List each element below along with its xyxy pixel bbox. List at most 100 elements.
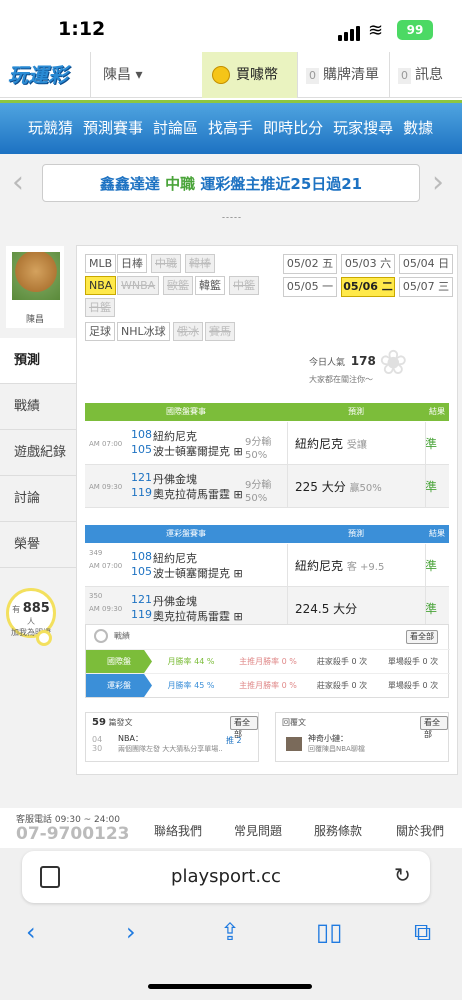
reload-icon[interactable]: ↻ <box>394 863 411 887</box>
forward-icon[interactable]: › <box>126 918 136 946</box>
tab-game-log[interactable]: 遊戲紀錄 <box>0 430 76 476</box>
popularity-value: 178 <box>350 354 376 368</box>
popularity-label: 今日人氣 <box>309 358 346 368</box>
tab-discussion[interactable]: 討論 <box>0 476 76 522</box>
pick-note: 受讓 <box>346 440 367 451</box>
footer-link-about[interactable]: 關於我們 <box>396 822 444 839</box>
promo-highlight: 中職 <box>165 175 196 193</box>
pick-note: 客 +9.5 <box>346 562 385 573</box>
team-number: 119 <box>131 608 152 621</box>
post-title[interactable]: NBA： <box>118 733 143 744</box>
sport-tag: 歐籃 <box>163 276 193 295</box>
reply-title[interactable]: 神奇小鏈： <box>308 733 348 744</box>
tab-prediction[interactable]: 預測 <box>0 338 76 384</box>
site-logo[interactable]: 玩運彩 <box>8 60 88 90</box>
buy-coin-button[interactable]: 買噱幣 <box>202 52 297 98</box>
intl-table-header: 國際盤賽事 預測 結果 <box>85 403 449 421</box>
promo-prefix: 鑫鑫達達 <box>99 175 160 193</box>
footer-link-contact[interactable]: 聯絡我們 <box>154 822 202 839</box>
avatar[interactable] <box>12 252 60 300</box>
back-icon[interactable]: ‹ <box>26 918 36 946</box>
team-name[interactable]: 丹佛金塊 <box>153 593 197 609</box>
site-footer: 客服電話 09:30 ~ 24:00 07-9700123 聯絡我們 常見問題 … <box>0 808 462 848</box>
sport-tag: 日籃 <box>85 298 115 317</box>
cart-link[interactable]: 0 購牌清單 <box>297 52 389 98</box>
game-code: 350 <box>89 592 103 600</box>
posts-all-button[interactable]: 看全部 <box>230 716 258 739</box>
service-phone[interactable]: 07-9700123 <box>16 824 130 844</box>
promo-body: 運彩盤主推近25日過21 <box>200 175 363 193</box>
footer-link-terms[interactable]: 服務條款 <box>314 822 362 839</box>
stats-all-button[interactable]: 看全部 <box>406 630 438 644</box>
nav-item[interactable]: 找高手 <box>203 103 258 154</box>
result-badge: 準 <box>425 559 438 573</box>
date-tab[interactable]: 05/03 六 <box>341 254 395 274</box>
chevron-right-icon[interactable]: › <box>432 164 444 202</box>
sport-tag[interactable]: NBA <box>85 276 117 295</box>
nav-item[interactable]: 玩競猜 <box>0 103 78 154</box>
sport-tag[interactable]: MLB <box>85 254 117 273</box>
nav-item[interactable]: 數據 <box>398 103 438 154</box>
team-name[interactable]: 紐約尼克 <box>153 428 197 444</box>
result-badge: 準 <box>425 602 438 616</box>
posts-label: 篇發文 <box>108 718 133 727</box>
promo-text[interactable]: 鑫鑫達達 中職 運彩盤主推近25日過21 <box>42 164 420 202</box>
post-snippet[interactable]: 兩個團隊左發 大大猜私分享單場... <box>118 744 222 754</box>
reader-icon[interactable] <box>40 866 60 888</box>
tab-honor[interactable]: 榮譽 <box>0 522 76 568</box>
nav-item[interactable]: 即時比分 <box>258 103 328 154</box>
tabs-icon[interactable]: ⧉ <box>414 918 431 946</box>
browser-chrome: playsport.cc ↻ ‹ › ⇪ ▯▯ ⧉ <box>0 848 462 1000</box>
date-tab[interactable]: 05/06 二 <box>341 277 395 297</box>
popularity: 今日人氣 178 <box>309 354 376 368</box>
lottery-header-game: 運彩盤賽事 <box>166 529 206 538</box>
lightbulb-icon <box>36 630 52 646</box>
prediction-pick: 224.5 大分 <box>295 600 357 617</box>
date-tab[interactable]: 05/02 五 <box>283 254 337 274</box>
share-icon[interactable]: ⇪ <box>220 918 240 946</box>
user-menu[interactable]: 陳昌 ▾ <box>90 52 200 98</box>
date-tab[interactable]: 05/04 日 <box>399 254 453 274</box>
team-name[interactable]: 奧克拉荷馬雷霆 ⊞ <box>153 608 243 624</box>
footer-link-faq[interactable]: 常見問題 <box>234 822 282 839</box>
sport-tag[interactable]: 韓籃 <box>195 276 225 295</box>
stats-label: 國際盤 <box>86 650 152 673</box>
sport-tag[interactable]: 足球 <box>85 322 115 341</box>
posts-count-line: 59 篇發文 <box>92 717 132 728</box>
likes-prefix: 有 <box>12 605 21 614</box>
replies-all-button[interactable]: 看全部 <box>420 716 448 739</box>
reply-snippet[interactable]: 回覆陳昌NBA聊檔 <box>308 744 365 754</box>
team-number: 105 <box>131 443 152 456</box>
lottery-header-pick: 預測 <box>348 529 364 538</box>
sport-tag[interactable]: 日棒 <box>117 254 147 273</box>
main-win-rate: 主推月勝率 0 % <box>239 681 297 690</box>
stats-box: 戰績 看全部 國際盤 月勝率 44 % 主推月勝率 0 % 莊家殺手 0 次單場殺手 … <box>85 624 450 698</box>
main-nav: 玩競猜 預測賽事 討論區 找高手 即時比分 玩家搜尋 數據 <box>0 100 462 154</box>
pick-text: 225 大分 <box>295 480 346 494</box>
nav-item[interactable]: 玩家搜尋 <box>328 103 398 154</box>
bookmarks-icon[interactable]: ▯▯ <box>316 918 342 946</box>
nav-item[interactable]: 討論區 <box>148 103 203 154</box>
date-tab[interactable]: 05/05 一 <box>283 277 337 297</box>
status-bar: 1:12 ≋ 99 <box>0 0 462 52</box>
game-time: AM 09:30 <box>89 483 123 491</box>
likes-count: 885 <box>22 601 50 616</box>
address-bar[interactable]: playsport.cc ↻ <box>22 851 430 903</box>
team-name[interactable]: 奧克拉荷馬雷霆 ⊞ <box>153 486 243 502</box>
pick-text: 224.5 大分 <box>295 602 358 616</box>
messages-label: 訊息 <box>415 67 443 83</box>
chevron-left-icon[interactable]: ‹ <box>12 164 24 202</box>
team-name[interactable]: 紐約尼克 <box>153 550 197 566</box>
likes-suffix: 人 <box>27 617 35 626</box>
tab-record[interactable]: 戰績 <box>0 384 76 430</box>
team-name[interactable]: 波士頓塞爾提克 ⊞ <box>153 443 243 459</box>
reply-thumbnail <box>286 737 302 751</box>
messages-link[interactable]: 0 訊息 <box>389 52 462 98</box>
team-name[interactable]: 丹佛金塊 <box>153 471 197 487</box>
nav-item[interactable]: 預測賽事 <box>78 103 148 154</box>
url-text[interactable]: playsport.cc <box>22 851 430 903</box>
intl-header-pick: 預測 <box>348 407 364 416</box>
date-tab[interactable]: 05/07 三 <box>399 277 453 297</box>
sport-tag[interactable]: NHL冰球 <box>117 322 170 341</box>
team-name[interactable]: 波士頓塞爾提克 ⊞ <box>153 565 243 581</box>
